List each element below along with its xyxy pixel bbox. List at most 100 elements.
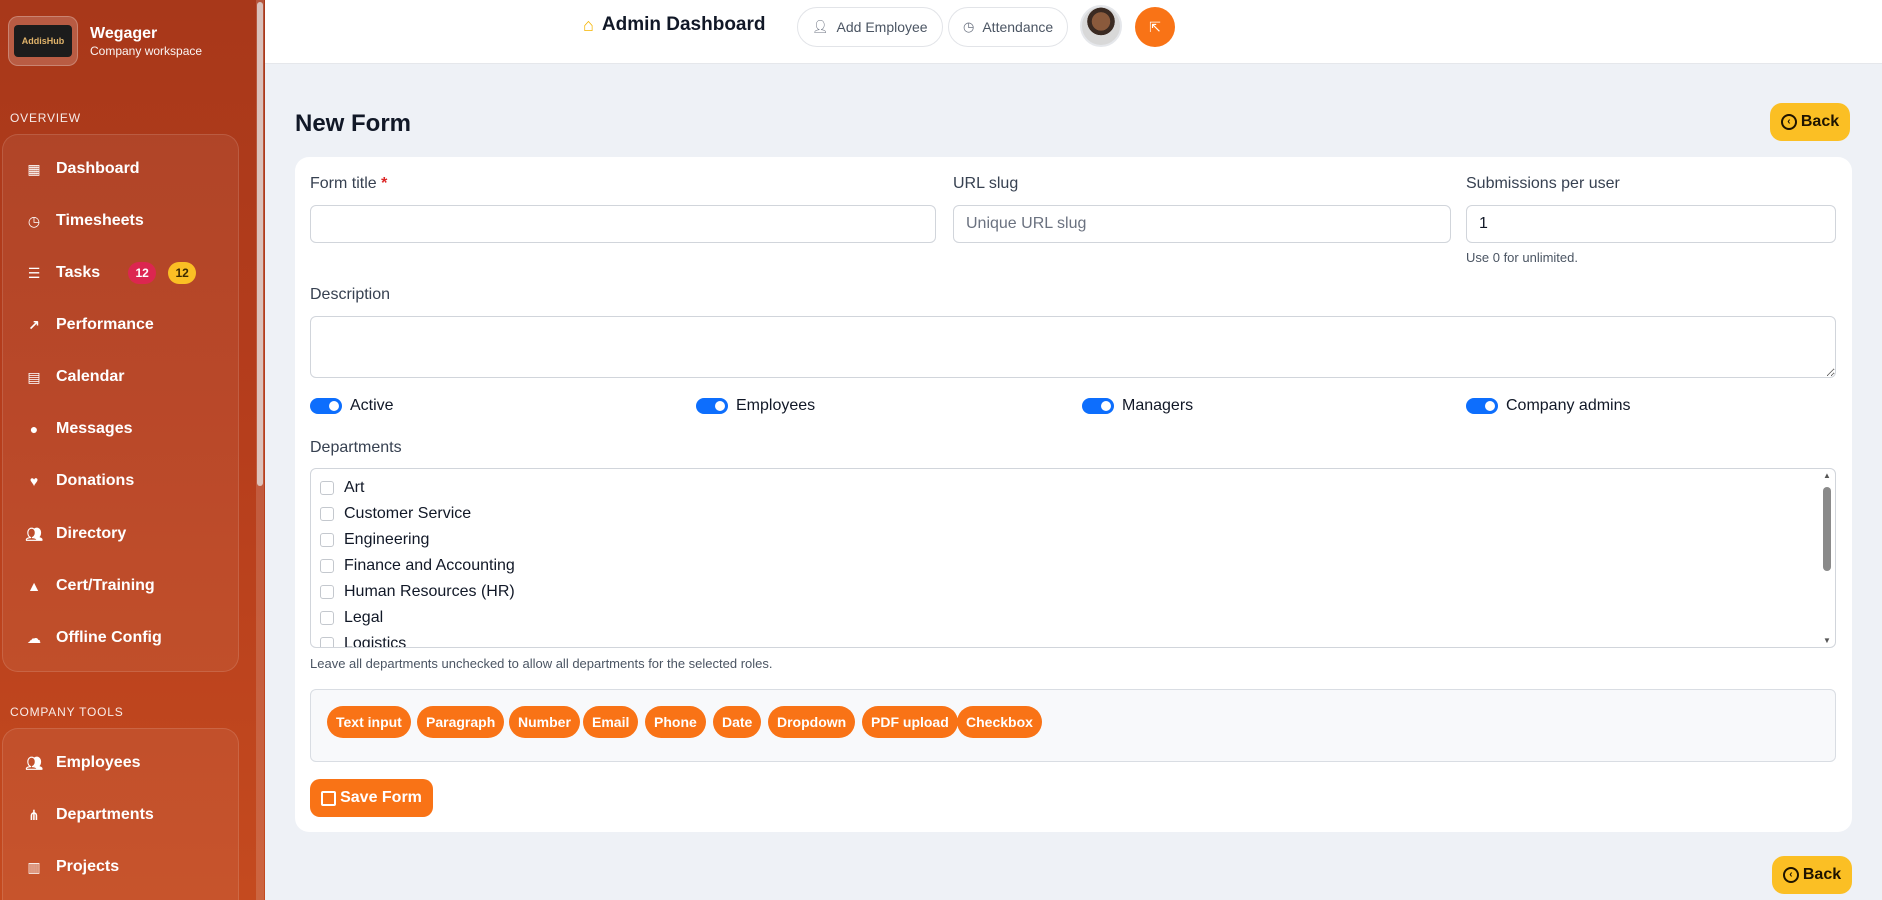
sidebar-item-projects[interactable]: ▥ Projects bbox=[25, 855, 119, 879]
back-button-bottom[interactable]: ‹ Back bbox=[1772, 856, 1852, 894]
cloud-upload-icon: ☁ bbox=[27, 629, 41, 646]
company-logo: AddisHub bbox=[8, 16, 78, 66]
topbar: ⌂ Admin Dashboard 👤︎ Add Employee ◷ Atte… bbox=[265, 0, 1882, 64]
add-date-button[interactable]: Date bbox=[713, 706, 762, 738]
departments-list[interactable]: Art Customer Service Engineering Finance… bbox=[310, 468, 1836, 648]
sidebar-item-employees[interactable]: 👥︎ Employees bbox=[25, 751, 140, 775]
calendar-icon: ▤ bbox=[27, 368, 41, 385]
brand[interactable]: AddisHub Wegager Company workspace bbox=[8, 16, 202, 66]
url-slug-input[interactable] bbox=[953, 205, 1451, 243]
field-type-palette: Text input Paragraph Number Email Phone … bbox=[310, 689, 1836, 762]
section-label-company-tools: COMPANY TOOLS bbox=[10, 705, 124, 719]
chart-line-icon: ↗ bbox=[28, 316, 40, 333]
avatar[interactable] bbox=[1080, 5, 1122, 47]
heart-icon: ♥ bbox=[29, 473, 39, 489]
department-item[interactable]: Human Resources (HR) bbox=[320, 583, 515, 601]
sidebar-item-tasks[interactable]: ☰ Tasks 12 12 bbox=[25, 261, 197, 285]
department-item[interactable]: Legal bbox=[320, 609, 383, 627]
sidebar-item-calendar[interactable]: ▤ Calendar bbox=[25, 365, 124, 389]
department-checkbox[interactable] bbox=[320, 585, 334, 599]
add-employee-button[interactable]: 👤︎ Add Employee bbox=[797, 7, 943, 47]
url-slug-label: URL slug bbox=[953, 175, 1019, 192]
switch-managers[interactable] bbox=[1082, 398, 1114, 414]
form-card: Form title * URL slug Submissions per us… bbox=[295, 157, 1852, 832]
sidebar-item-directory[interactable]: 👥︎ Directory bbox=[25, 522, 126, 546]
add-dropdown-button[interactable]: Dropdown bbox=[768, 706, 856, 738]
add-pdf-upload-button[interactable]: PDF upload bbox=[862, 706, 958, 738]
clock-icon: ◷ bbox=[27, 212, 41, 229]
section-label-overview: OVERVIEW bbox=[10, 111, 81, 125]
department-checkbox[interactable] bbox=[320, 481, 334, 495]
unlock-icon: ⇱ bbox=[1149, 18, 1161, 35]
tasks-badge-yellow: 12 bbox=[168, 262, 197, 284]
tasks-badge-red: 12 bbox=[128, 262, 157, 284]
departments-hint: Leave all departments unchecked to allow… bbox=[310, 656, 773, 671]
add-text-input-button[interactable]: Text input bbox=[327, 706, 411, 738]
scroll-down-icon[interactable]: ▼ bbox=[1823, 636, 1831, 645]
save-icon bbox=[321, 790, 337, 806]
add-phone-button[interactable]: Phone bbox=[645, 706, 706, 738]
sidebar-item-performance[interactable]: ↗ Performance bbox=[25, 313, 154, 337]
toggle-active[interactable]: Active bbox=[310, 397, 394, 415]
people-icon: 👥︎ bbox=[25, 525, 43, 542]
department-checkbox[interactable] bbox=[320, 507, 334, 521]
switch-employees[interactable] bbox=[696, 398, 728, 414]
sidebar-item-messages[interactable]: ● Messages bbox=[25, 417, 133, 441]
back-button-top[interactable]: ‹ Back bbox=[1770, 103, 1850, 141]
logout-button[interactable]: ⇱ bbox=[1135, 7, 1175, 47]
description-textarea[interactable] bbox=[310, 316, 1836, 378]
sidebar: AddisHub Wegager Company workspace OVERV… bbox=[0, 0, 265, 900]
toggle-employees[interactable]: Employees bbox=[696, 397, 815, 415]
department-checkbox[interactable] bbox=[320, 559, 334, 573]
department-item[interactable]: Logistics bbox=[320, 635, 406, 647]
clock-icon: ◷ bbox=[963, 19, 975, 34]
switch-company-admins[interactable] bbox=[1466, 398, 1498, 414]
sidebar-item-timesheets[interactable]: ◷ Timesheets bbox=[25, 209, 144, 233]
departments-label: Departments bbox=[310, 439, 402, 456]
add-email-button[interactable]: Email bbox=[583, 706, 639, 738]
submissions-input[interactable] bbox=[1466, 205, 1836, 243]
nav-group-company-tools: 👥︎ Employees ⋔ Departments ▥ Projects bbox=[2, 728, 239, 900]
department-checkbox[interactable] bbox=[320, 611, 334, 625]
scroll-up-icon[interactable]: ▲ bbox=[1823, 471, 1831, 480]
department-item[interactable]: Finance and Accounting bbox=[320, 557, 515, 575]
sidebar-item-dashboard[interactable]: ▦ Dashboard bbox=[25, 157, 139, 181]
sidebar-item-cert-training[interactable]: ▲ Cert/Training bbox=[25, 574, 155, 598]
department-item[interactable]: Engineering bbox=[320, 531, 429, 549]
sidebar-item-offline-config[interactable]: ☁ Offline Config bbox=[25, 626, 162, 650]
department-item[interactable]: Customer Service bbox=[320, 505, 471, 523]
user-plus-icon: 👤︎ bbox=[812, 19, 829, 34]
department-item[interactable]: Art bbox=[320, 479, 364, 497]
departments-scrollbar[interactable]: ▲ ▼ bbox=[1819, 469, 1835, 647]
submissions-label: Submissions per user bbox=[1466, 175, 1620, 192]
save-form-button[interactable]: Save Form bbox=[310, 779, 433, 817]
dashboard-title[interactable]: ⌂ Admin Dashboard bbox=[583, 14, 766, 36]
department-checkbox[interactable] bbox=[320, 533, 334, 547]
attendance-button[interactable]: ◷ Attendance bbox=[948, 7, 1069, 47]
add-paragraph-button[interactable]: Paragraph bbox=[417, 706, 505, 738]
toggle-managers[interactable]: Managers bbox=[1082, 397, 1193, 415]
sidebar-item-donations[interactable]: ♥ Donations bbox=[25, 469, 134, 493]
list-icon: ☰ bbox=[27, 264, 41, 281]
dashboard-icon: ▦ bbox=[27, 160, 41, 177]
add-number-button[interactable]: Number bbox=[509, 706, 580, 738]
sidebar-item-departments[interactable]: ⋔ Departments bbox=[25, 803, 154, 827]
brand-name: Wegager bbox=[90, 25, 158, 42]
nav-group-overview: ▦ Dashboard ◷ Timesheets ☰ Tasks 12 12 ↗ Per… bbox=[2, 134, 239, 672]
home-icon: ⌂ bbox=[583, 14, 594, 35]
kanban-icon: ▥ bbox=[27, 858, 41, 875]
submissions-hint: Use 0 for unlimited. bbox=[1466, 250, 1578, 265]
sitemap-icon: ⋔ bbox=[28, 806, 40, 823]
form-title-label: Form title * bbox=[310, 175, 388, 192]
description-label: Description bbox=[310, 286, 391, 303]
form-title-input[interactable] bbox=[310, 205, 936, 243]
toggle-company-admins[interactable]: Company admins bbox=[1466, 397, 1631, 415]
sidebar-scrollbar[interactable] bbox=[256, 0, 264, 900]
arrow-left-circle-icon: ‹ bbox=[1780, 114, 1797, 130]
arrow-left-circle-icon: ‹ bbox=[1782, 867, 1799, 883]
department-checkbox[interactable] bbox=[320, 637, 334, 647]
chat-icon: ● bbox=[29, 421, 39, 437]
switch-active[interactable] bbox=[310, 398, 342, 414]
page-title: New Form bbox=[295, 110, 412, 137]
add-checkbox-button[interactable]: Checkbox bbox=[957, 706, 1042, 738]
